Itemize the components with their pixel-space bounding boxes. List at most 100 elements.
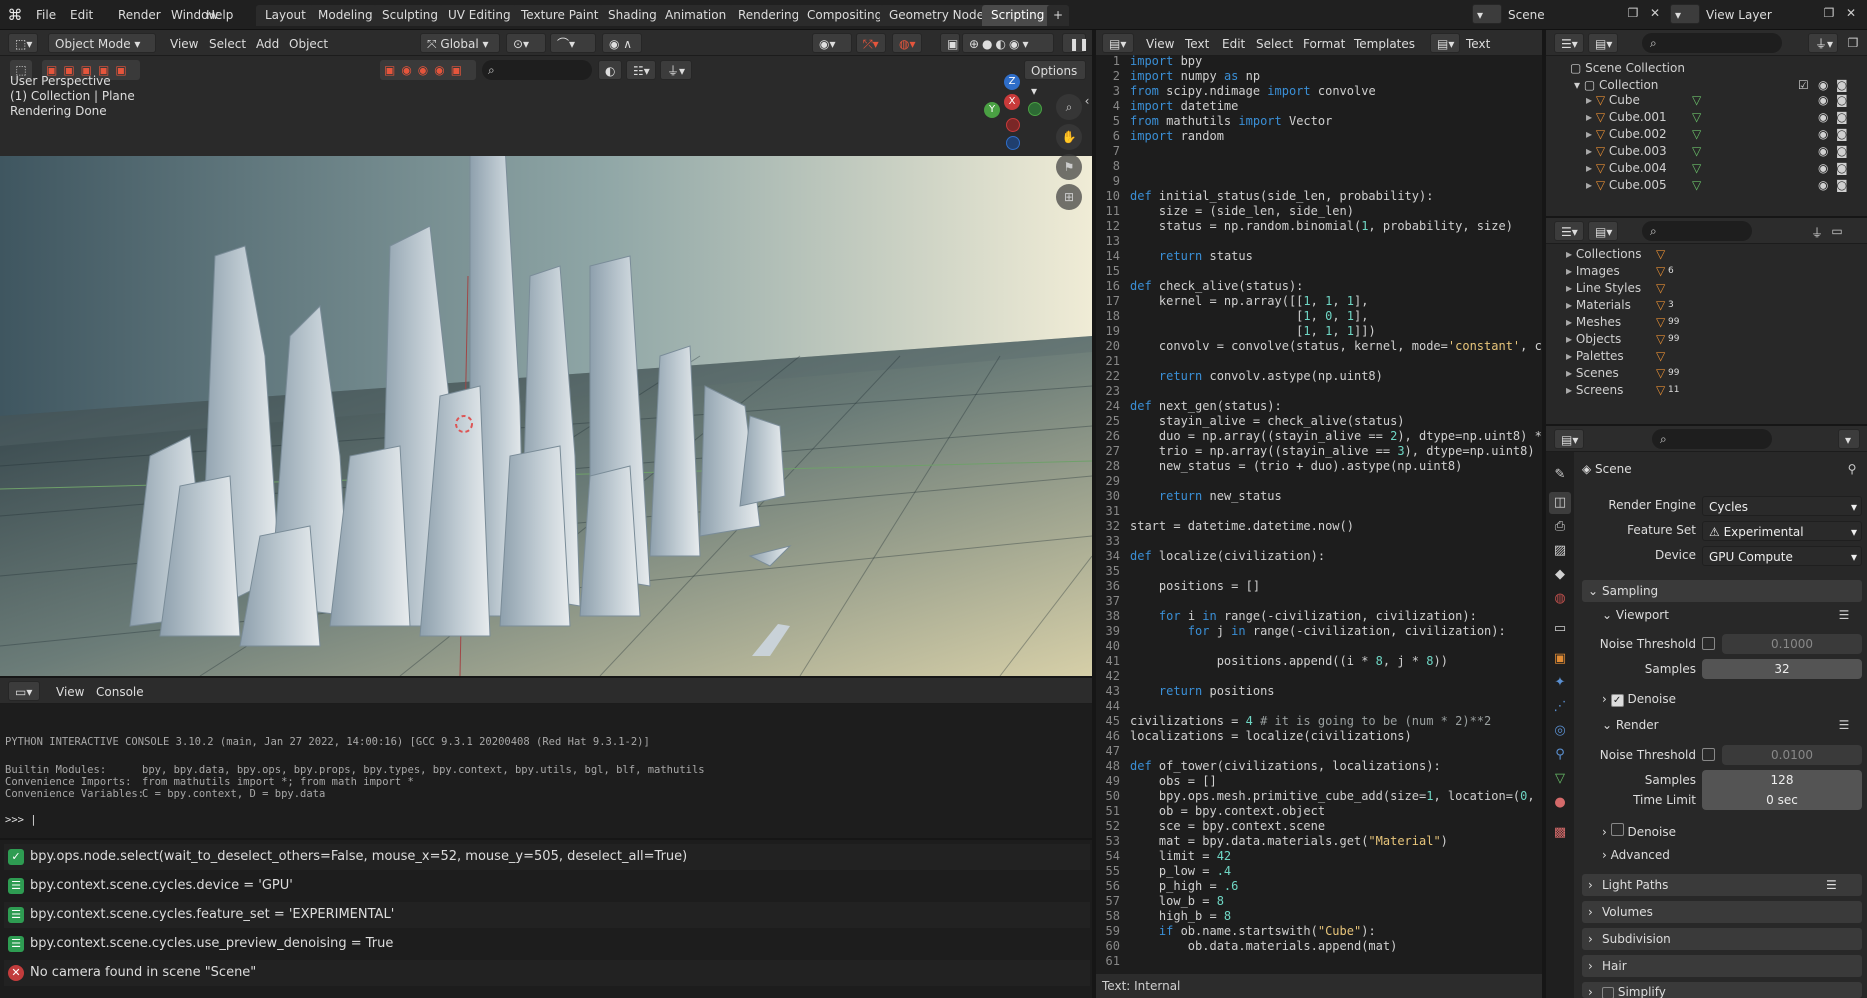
zoom-icon[interactable]: ⌕: [1056, 94, 1082, 120]
code-line[interactable]: 48 def of_tower(civilizations, localizati…: [1096, 759, 1542, 774]
object-mode-dropdown[interactable]: Object Mode ▾: [48, 33, 156, 53]
console-menu-view[interactable]: View: [56, 685, 84, 699]
output-tab-icon[interactable]: ⎙: [1549, 516, 1571, 538]
render-noise-threshold-checkbox[interactable]: [1702, 748, 1715, 761]
outliner-filter-icon[interactable]: ⏚▾: [1808, 33, 1838, 53]
expand-arrow-icon[interactable]: ▸: [1586, 144, 1592, 158]
scene-tab-icon[interactable]: ◆: [1549, 564, 1571, 586]
viewport-menu-select[interactable]: Select: [209, 37, 246, 51]
viewport-menu-object[interactable]: Object: [289, 37, 328, 51]
render-noise-threshold-field[interactable]: 0.0100: [1722, 745, 1862, 765]
code-line[interactable]: 24 def next_gen(status):: [1096, 399, 1542, 414]
properties-options-icon[interactable]: ▾: [1838, 429, 1860, 449]
code-area[interactable]: 1 import bpy 2 import numpy as np 3 from scip…: [1096, 54, 1542, 974]
viewport-noise-threshold-checkbox[interactable]: [1702, 637, 1715, 650]
render-camera-icon[interactable]: ◙: [1836, 92, 1848, 109]
code-line[interactable]: 34 def localize(civilization):: [1096, 549, 1542, 564]
tool-tab-icon[interactable]: ✎: [1549, 464, 1571, 486]
code-line[interactable]: 9: [1096, 174, 1542, 189]
render-camera-icon[interactable]: ◙: [1836, 160, 1848, 177]
properties-search-input[interactable]: ⌕: [1652, 429, 1772, 449]
material-tab-icon[interactable]: ●: [1549, 792, 1571, 814]
volumes-panel-header[interactable]: › Volumes: [1582, 901, 1862, 923]
outliner-search-input[interactable]: ⌕: [1642, 33, 1782, 53]
menu-help[interactable]: Help: [200, 5, 239, 25]
info-row-op[interactable]: ☰ bpy.context.scene.cycles.device = 'GPU…: [4, 873, 1090, 899]
text-menu-templates[interactable]: Templates: [1354, 37, 1415, 51]
code-line[interactable]: 11 size = (side_len, side_len): [1096, 204, 1542, 219]
code-line[interactable]: 39 for j in range(-civilization, civiliz…: [1096, 624, 1542, 639]
info-row-op[interactable]: ☰ bpy.context.scene.cycles.use_preview_d…: [4, 931, 1090, 957]
axis-neg-y-icon[interactable]: [1028, 102, 1042, 116]
scene-browse-icon[interactable]: ▾: [1472, 4, 1502, 24]
tab-rendering[interactable]: Rendering: [729, 5, 809, 26]
render-camera-icon[interactable]: ◙: [1836, 177, 1848, 194]
blend-data-row[interactable]: ▸ Images ▽ 6: [1566, 263, 1674, 280]
expand-arrow-icon[interactable]: ▸: [1566, 366, 1572, 380]
render-engine-dropdown[interactable]: Cycles ▾: [1702, 496, 1862, 516]
menu-edit[interactable]: Edit: [64, 5, 99, 25]
editor-type-text-icon[interactable]: ▤▾: [1102, 33, 1134, 53]
presets-list-icon[interactable]: ☰: [1826, 874, 1837, 896]
tab-texture-paint[interactable]: Texture Paint: [512, 5, 608, 26]
purge-icon[interactable]: ▭: [1828, 224, 1846, 238]
info-row-error[interactable]: ✕ No camera found in scene "Scene": [4, 960, 1090, 986]
code-line[interactable]: 16 def check_alive(status):: [1096, 279, 1542, 294]
outliner-object-row[interactable]: ▸ ▽ Cube ▽ ◉ ◙: [1586, 92, 1864, 109]
code-line[interactable]: 58 high_b = 8: [1096, 909, 1542, 924]
particles-tab-icon[interactable]: ⋰: [1549, 696, 1571, 718]
code-line[interactable]: 32 start = datetime.datetime.now(): [1096, 519, 1542, 534]
axis-x-icon[interactable]: X: [1004, 94, 1020, 110]
editor-type-3d-icon[interactable]: ⬚▾: [8, 33, 38, 53]
code-line[interactable]: 26 duo = np.array((stayin_alive == 2), d…: [1096, 429, 1542, 444]
blend-data-row[interactable]: ▸ Objects ▽ 99: [1566, 331, 1679, 348]
code-line[interactable]: 20 convolv = convolve(status, kernel, mo…: [1096, 339, 1542, 354]
axis-neg-x-icon[interactable]: [1006, 118, 1020, 132]
console-menu-console[interactable]: Console: [96, 685, 144, 699]
code-line[interactable]: 27 trio = np.array((stayin_alive == 3), …: [1096, 444, 1542, 459]
code-line[interactable]: 4 import datetime: [1096, 99, 1542, 114]
shading-mode-buttons[interactable]: ⊕●◐◉▾: [962, 33, 1054, 53]
view-layer-tab-icon[interactable]: ▨: [1549, 540, 1571, 562]
expand-arrow-icon[interactable]: ▸: [1586, 110, 1592, 124]
editor-type-outliner-icon[interactable]: ☰▾: [1554, 221, 1584, 241]
blend-data-row[interactable]: ▸ Scenes ▽ 99: [1566, 365, 1679, 382]
gizmo-toggle-icon[interactable]: ⤱▾: [856, 33, 886, 53]
pan-hand-icon[interactable]: ✋: [1056, 124, 1082, 150]
constraints-tab-icon[interactable]: ⚲: [1549, 744, 1571, 766]
axis-neg-z-icon[interactable]: [1006, 136, 1020, 150]
code-line[interactable]: 33: [1096, 534, 1542, 549]
blend-data-row[interactable]: ▸ Screens ▽ 11: [1566, 382, 1679, 399]
expand-arrow-icon[interactable]: ▸: [1566, 383, 1572, 397]
code-line[interactable]: 18 [1, 0, 1],: [1096, 309, 1542, 324]
code-line[interactable]: 12 status = np.random.binomial(1, probab…: [1096, 219, 1542, 234]
viewport-subpanel-header[interactable]: ⌄ Viewport: [1602, 608, 1669, 622]
viewport-denoise-row[interactable]: › ✓ Denoise: [1602, 692, 1676, 707]
view-layer-name-field[interactable]: View Layer: [1706, 8, 1772, 22]
new-collection-icon[interactable]: ❐: [1844, 36, 1862, 50]
editor-type-outliner-icon[interactable]: ☰▾: [1554, 33, 1584, 53]
text-menu-edit[interactable]: Edit: [1222, 37, 1245, 51]
pin-icon[interactable]: ⚲: [1844, 462, 1860, 476]
code-line[interactable]: 50 bpy.ops.mesh.primitive_cube_add(size=…: [1096, 789, 1542, 804]
code-line[interactable]: 29: [1096, 474, 1542, 489]
menu-file[interactable]: File: [30, 5, 62, 25]
texture-tab-icon[interactable]: ▩: [1549, 822, 1571, 844]
object-tab-icon[interactable]: ▣: [1549, 648, 1571, 670]
code-line[interactable]: 55 p_low = .4: [1096, 864, 1542, 879]
blend-data-row[interactable]: ▸ Meshes ▽ 99: [1566, 314, 1679, 331]
expand-arrow-icon[interactable]: ▸: [1566, 332, 1572, 346]
presets-list-icon[interactable]: ☰: [1836, 608, 1852, 622]
code-line[interactable]: 47: [1096, 744, 1542, 759]
light-paths-panel-header[interactable]: › Light Paths ☰: [1582, 874, 1862, 896]
code-line[interactable]: 5 from mathutils import Vector: [1096, 114, 1542, 129]
code-line[interactable]: 10 def initial_status(side_len, probabili…: [1096, 189, 1542, 204]
advanced-subpanel-header[interactable]: › Advanced: [1602, 848, 1670, 862]
outliner-object-row[interactable]: ▸ ▽ Cube.004 ▽ ◉ ◙: [1586, 160, 1864, 177]
data-tab-icon[interactable]: ▽: [1549, 768, 1571, 790]
visibility-eye-icon[interactable]: ◉: [1818, 160, 1828, 177]
xray-toggle-icon[interactable]: ▣: [940, 33, 960, 53]
code-line[interactable]: 28 new_status = (trio + duo).astype(np.u…: [1096, 459, 1542, 474]
pause-render-icon[interactable]: ❚❚: [1062, 33, 1089, 53]
code-line[interactable]: 51 ob = bpy.context.object: [1096, 804, 1542, 819]
